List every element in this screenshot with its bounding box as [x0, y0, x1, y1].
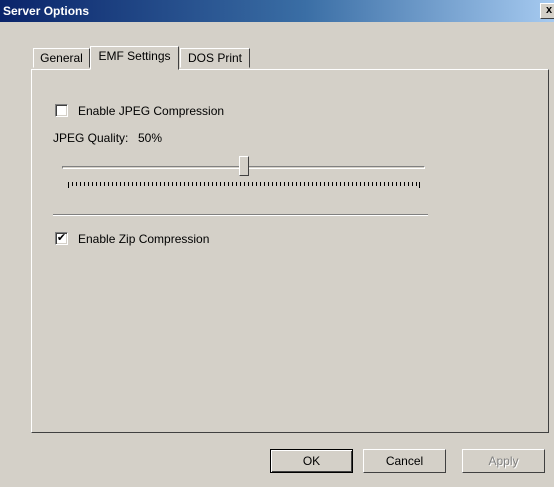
separator-line: [53, 214, 428, 216]
jpeg-quality-value: 50%: [138, 131, 163, 145]
ok-button[interactable]: OK: [270, 449, 353, 473]
window-title: Server Options: [3, 4, 90, 18]
jpeg-quality-slider-thumb[interactable]: [239, 156, 249, 176]
tab-emf-settings[interactable]: EMF Settings: [90, 46, 179, 70]
tab-emf-settings-label: EMF Settings: [98, 49, 171, 63]
slider-tick-start: [68, 182, 69, 188]
close-button[interactable]: x: [540, 3, 554, 19]
cancel-button[interactable]: Cancel: [363, 449, 446, 473]
zip-compression-checkbox[interactable]: ✔: [55, 232, 68, 245]
zip-compression-label: Enable Zip Compression: [78, 232, 210, 246]
tab-general-label: General: [40, 51, 83, 65]
jpeg-compression-checkbox[interactable]: [55, 104, 68, 117]
apply-button[interactable]: Apply: [462, 449, 545, 473]
checkmark-icon: ✔: [56, 232, 67, 244]
tab-general[interactable]: General: [33, 48, 90, 68]
title-bar[interactable]: Server Options x: [0, 0, 554, 22]
jpeg-quality-label: JPEG Quality:: [53, 131, 129, 145]
tab-panel: [31, 69, 549, 433]
slider-tick-marks: [68, 182, 420, 186]
tab-dos-print-label: DOS Print: [187, 51, 242, 65]
close-icon: x: [545, 4, 553, 16]
slider-tick-end: [419, 182, 420, 188]
tab-dos-print[interactable]: DOS Print: [180, 48, 250, 68]
jpeg-compression-label: Enable JPEG Compression: [78, 104, 225, 118]
